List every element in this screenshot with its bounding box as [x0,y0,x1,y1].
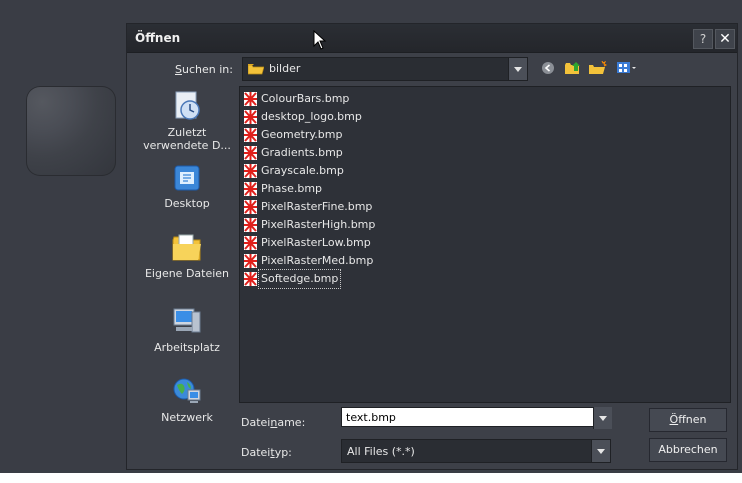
bmp-file-icon [244,146,257,160]
back-icon[interactable] [541,61,555,75]
bmp-file-icon [244,200,257,214]
place-network[interactable]: Netzwerk [137,376,237,424]
bmp-file-icon [244,272,257,286]
chevron-down-icon [514,67,522,72]
bmp-file-icon [244,92,257,106]
lookin-dropdown-button[interactable] [508,58,527,80]
lookin-label: Suchen in: [175,63,233,76]
new-folder-icon[interactable] [589,61,607,75]
open-file-dialog: Öffnen ? ✕ Suchen in: bilder Zuletzt ver… [126,23,738,470]
network-icon [173,378,201,403]
place-label: Zuletzt verwendete D... [143,126,231,152]
file-name: Softedge.bmp [257,269,342,289]
filename-input[interactable] [341,407,609,427]
place-recent[interactable]: Zuletzt verwendete D... [137,89,237,152]
help-button[interactable]: ? [693,29,713,49]
chevron-down-icon [599,416,607,421]
place-label: Netzwerk [161,411,213,424]
file-name: PixelRasterHigh.bmp [261,218,376,231]
recent-documents-icon [175,91,200,120]
place-label: Eigene Dateien [144,267,230,280]
file-name: PixelRasterFine.bmp [261,200,373,213]
bmp-file-icon [244,254,257,268]
view-menu-icon[interactable] [617,61,637,75]
filetype-label: Dateityp: [241,446,292,459]
filename-label: Dateiname: [241,416,306,429]
file-name: ColourBars.bmp [261,92,350,105]
filetype-value: All Files (*.*) [347,445,415,458]
file-list[interactable]: ColourBars.bmp desktop_logo.bmp Geometry… [239,86,731,403]
background-app-icon [26,86,116,176]
desktop-icon [174,165,200,191]
chevron-down-icon [597,449,605,454]
file-name: Grayscale.bmp [261,164,344,177]
my-documents-icon [172,234,201,261]
place-desktop[interactable]: Desktop [137,164,237,210]
open-button[interactable]: Öffnen [649,408,727,432]
bmp-file-icon [244,236,257,250]
place-my-documents[interactable]: Eigene Dateien [137,232,237,280]
my-computer-icon [173,308,201,333]
bmp-file-icon [244,182,257,196]
up-folder-icon[interactable] [565,61,583,75]
place-label: Desktop [164,197,210,210]
file-name: PixelRasterMed.bmp [261,254,374,267]
file-name: Phase.bmp [261,182,323,195]
dialog-title: Öffnen [135,31,181,45]
filetype-dropdown[interactable]: All Files (*.*) [341,439,611,463]
title-bar[interactable]: Öffnen ? ✕ [127,24,737,53]
cancel-button[interactable]: Abbrechen [649,438,727,462]
place-my-computer[interactable]: Arbeitsplatz [137,306,237,354]
close-button[interactable]: ✕ [715,29,735,49]
file-name: desktop_logo.bmp [261,110,362,123]
file-name: PixelRasterLow.bmp [261,236,371,249]
folder-icon [248,64,264,75]
bmp-file-icon [244,128,257,142]
filename-dropdown-button[interactable] [593,407,612,429]
file-name: Geometry.bmp [261,128,343,141]
lookin-value: bilder [269,62,301,75]
places-bar: Zuletzt verwendete D... Desktop Eigene D… [137,84,237,454]
file-name: Gradients.bmp [261,146,343,159]
bmp-file-icon [244,110,257,124]
filetype-dropdown-button[interactable] [591,440,610,462]
place-label: Arbeitsplatz [154,341,220,354]
lookin-dropdown[interactable]: bilder [242,57,528,81]
mouse-cursor-icon [313,30,327,50]
bmp-file-icon [244,218,257,232]
bmp-file-icon [244,164,257,178]
